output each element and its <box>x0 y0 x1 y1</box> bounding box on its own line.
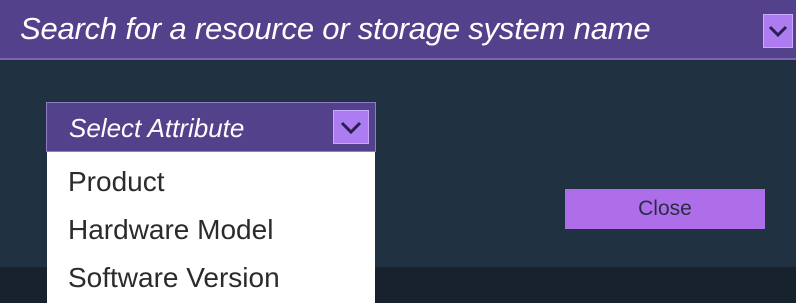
close-button[interactable]: Close <box>565 189 765 229</box>
attribute-option-software-version[interactable]: Software Version <box>47 254 375 302</box>
attribute-option-product[interactable]: Product <box>47 158 375 206</box>
attribute-select-toggle[interactable] <box>333 110 369 144</box>
chevron-down-icon <box>768 25 788 38</box>
attribute-select[interactable]: Select Attribute <box>46 102 376 152</box>
search-bar[interactable]: Search for a resource or storage system … <box>0 0 796 60</box>
attribute-options-list: Product Hardware Model Software Version <box>47 152 375 303</box>
search-filter-screen: Search for a resource or storage system … <box>0 0 796 303</box>
search-input[interactable]: Search for a resource or storage system … <box>20 11 651 47</box>
search-dropdown-toggle[interactable] <box>763 14 793 48</box>
attribute-select-label: Select Attribute <box>69 113 245 143</box>
attribute-option-hardware-model[interactable]: Hardware Model <box>47 206 375 254</box>
chevron-down-icon <box>340 121 362 134</box>
